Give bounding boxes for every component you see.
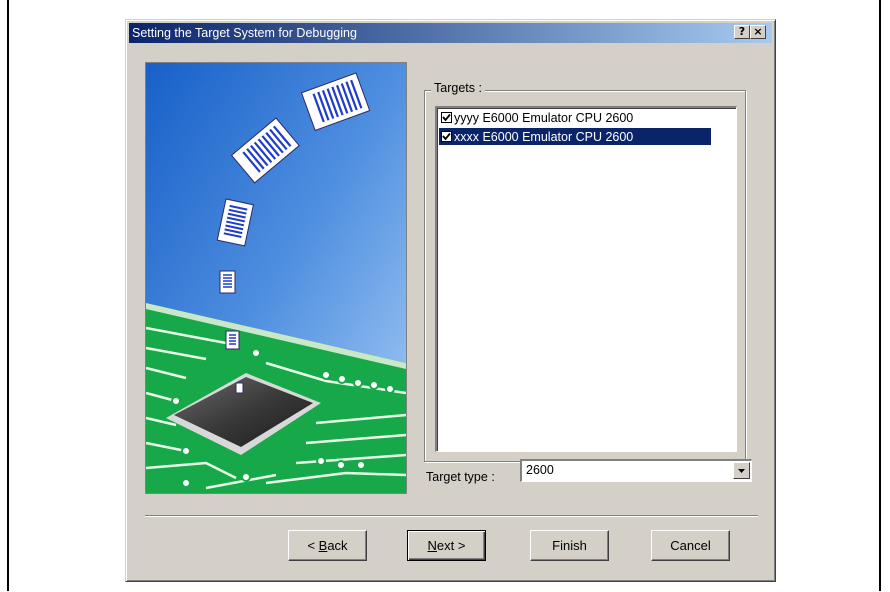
close-button[interactable]: × [750, 25, 766, 39]
finish-button[interactable]: Finish [530, 530, 609, 561]
targets-label: Targets : [431, 81, 485, 95]
back-button[interactable]: < Back [288, 530, 367, 561]
check-icon [442, 132, 451, 141]
list-item[interactable]: yyyy E6000 Emulator CPU 2600 [439, 109, 735, 127]
wizard-dialog: Setting the Target System for Debugging … [125, 19, 776, 582]
list-item-label: xxxx E6000 Emulator CPU 2600 [454, 130, 634, 144]
separator [145, 515, 758, 517]
cancel-button[interactable]: Cancel [651, 530, 730, 561]
wizard-illustration [145, 62, 407, 494]
checkbox-xxxx[interactable] [441, 131, 452, 142]
window-title: Setting the Target System for Debugging [132, 26, 357, 40]
targets-list[interactable]: yyyy E6000 Emulator CPU 2600 xxxx E6000 … [435, 106, 737, 452]
check-icon [442, 113, 451, 122]
help-button[interactable]: ? [734, 25, 750, 39]
title-bar: Setting the Target System for Debugging … [129, 23, 772, 43]
checkbox-yyyy[interactable] [441, 112, 452, 123]
close-icon: × [753, 25, 763, 38]
dropdown-button[interactable] [733, 462, 750, 479]
chevron-down-icon [738, 469, 745, 473]
target-type-label: Target type : [426, 470, 495, 484]
list-item[interactable]: xxxx E6000 Emulator CPU 2600 [439, 128, 735, 146]
target-type-value: 2600 [526, 463, 554, 477]
target-type-select[interactable]: 2600 [520, 459, 752, 482]
list-item-label: yyyy E6000 Emulator CPU 2600 [454, 111, 634, 125]
help-icon: ? [738, 25, 746, 38]
next-button[interactable]: Next > [407, 530, 486, 561]
